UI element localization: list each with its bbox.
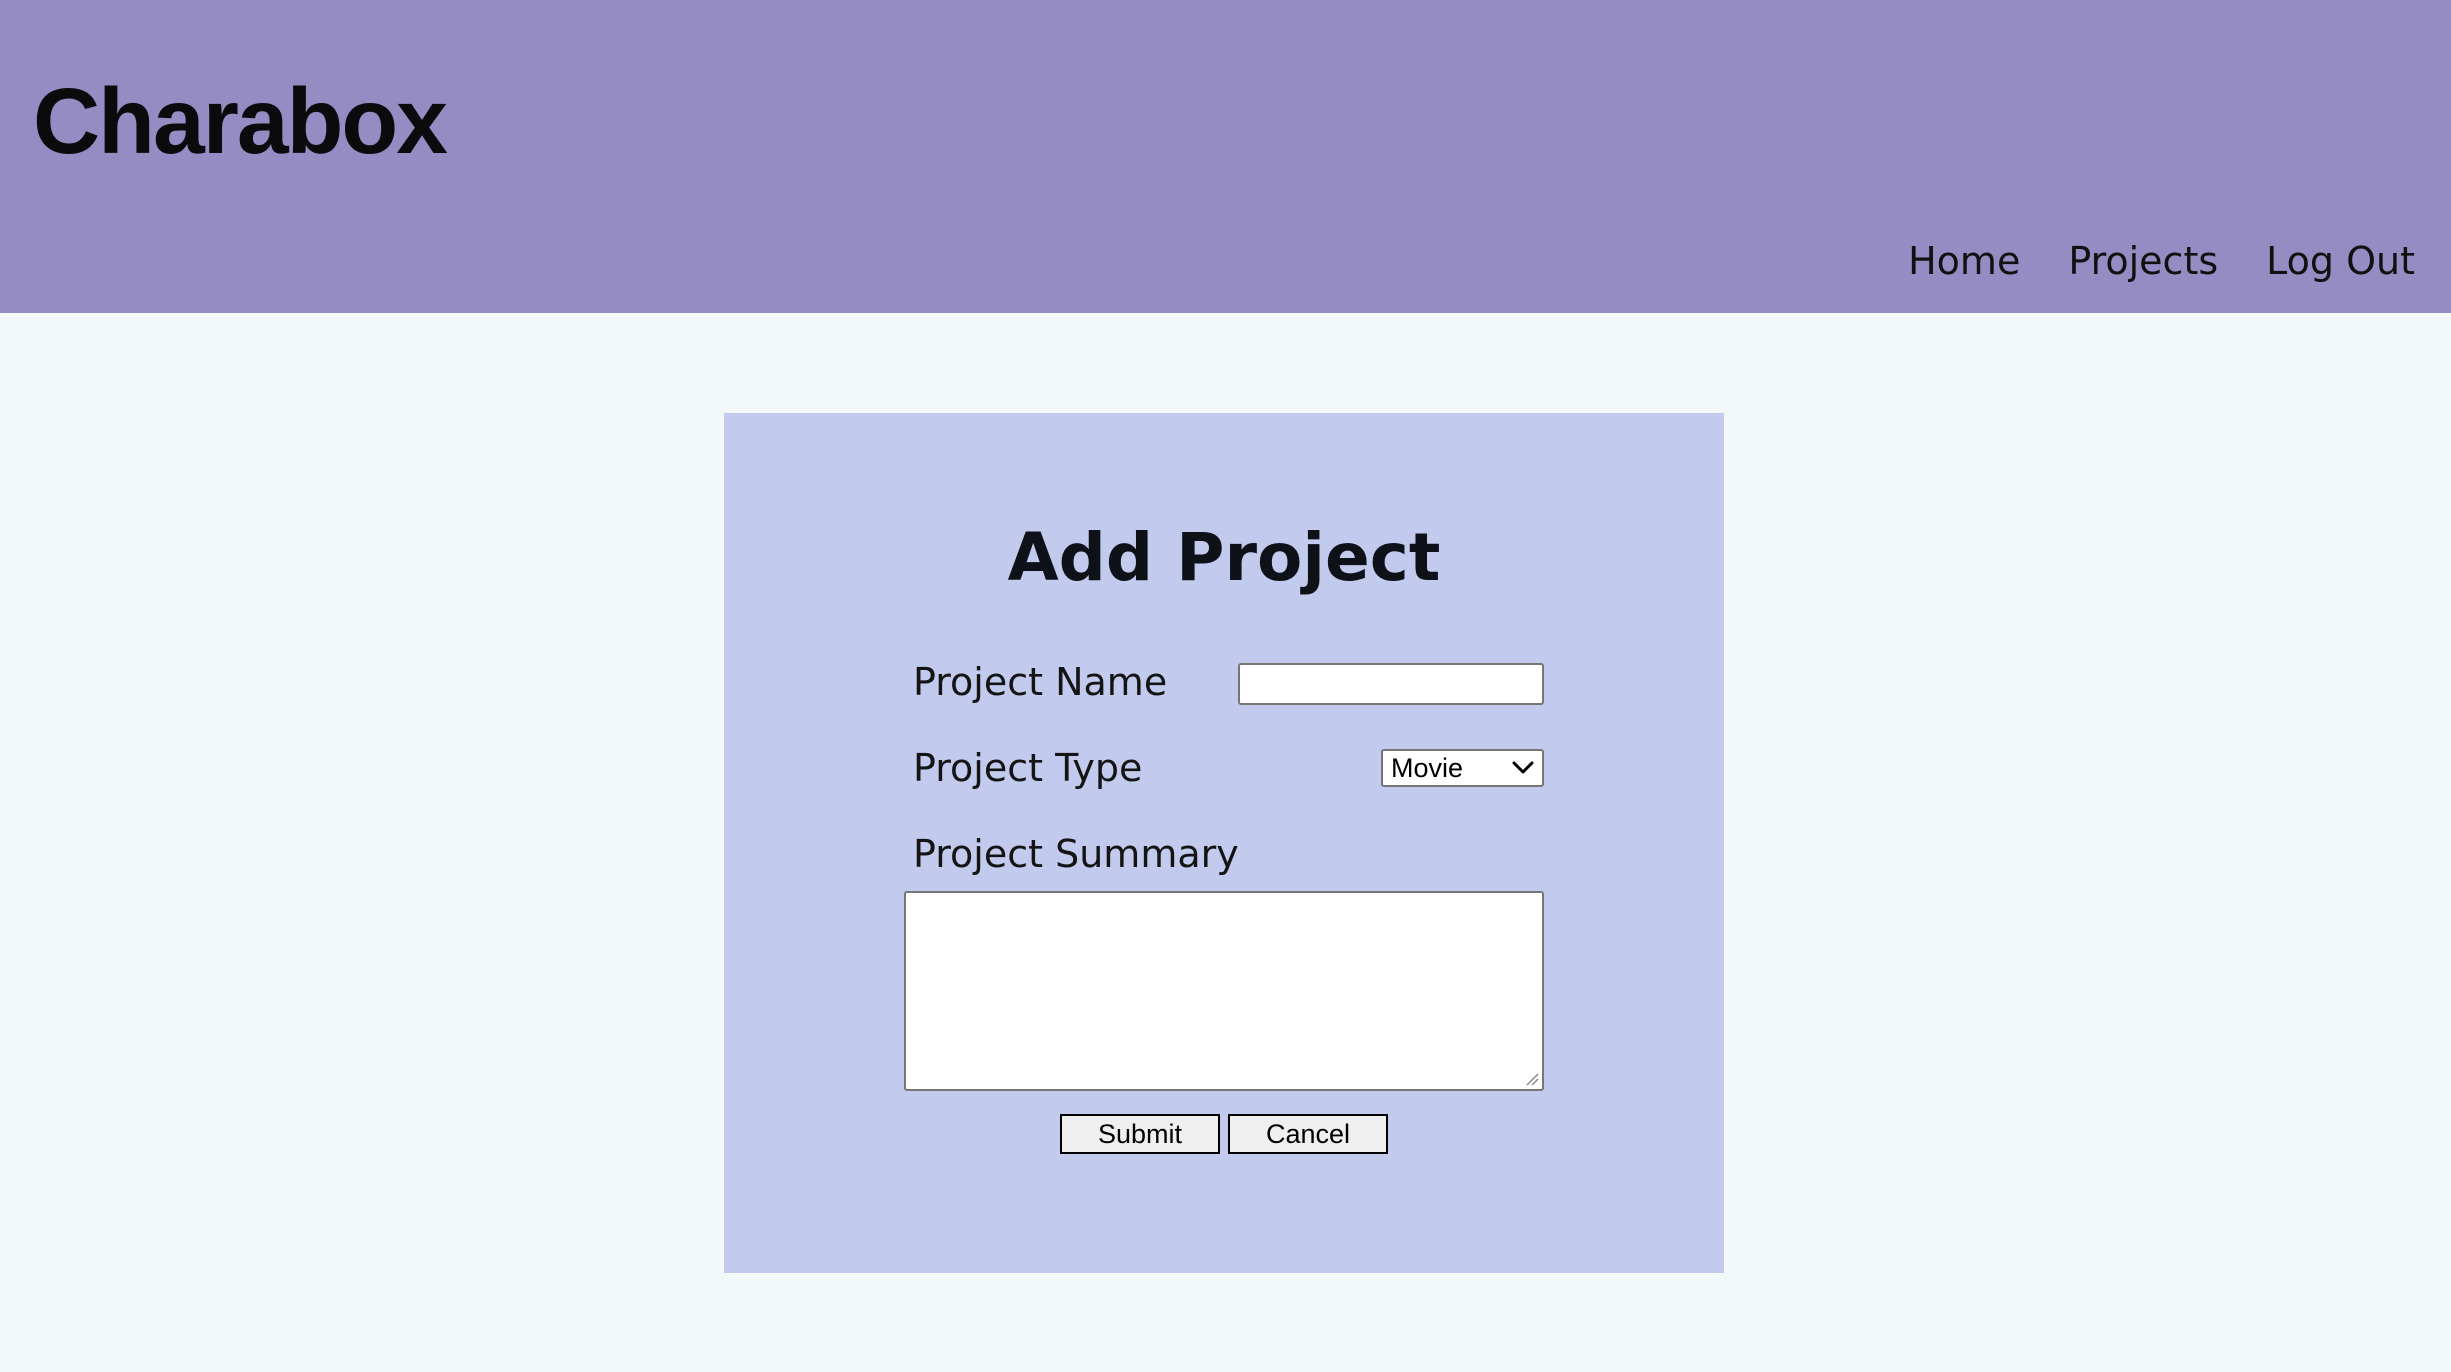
project-name-input[interactable] xyxy=(1238,663,1544,705)
project-summary-textarea[interactable] xyxy=(904,891,1544,1091)
project-summary-label: Project Summary xyxy=(913,832,1239,876)
nav-projects-link[interactable]: Projects xyxy=(2068,231,2218,291)
project-type-label: Project Type xyxy=(913,746,1143,790)
site-logo: Charabox xyxy=(33,69,448,173)
form-title: Add Project xyxy=(1007,519,1441,596)
chevron-down-icon xyxy=(1508,753,1538,783)
resize-grip-icon[interactable] xyxy=(1525,1072,1539,1086)
site-header: Charabox Home Projects Log Out xyxy=(0,0,2451,313)
submit-button[interactable]: Submit xyxy=(1060,1114,1220,1154)
add-project-form: Add Project Project Name Project Type Mo… xyxy=(724,413,1724,1273)
project-name-label: Project Name xyxy=(913,660,1168,704)
main-nav: Home Projects Log Out xyxy=(1908,231,2415,291)
nav-logout-link[interactable]: Log Out xyxy=(2266,231,2415,291)
project-type-selected-value: Movie xyxy=(1391,752,1464,783)
project-type-select[interactable]: Movie xyxy=(1381,749,1544,787)
cancel-button[interactable]: Cancel xyxy=(1228,1114,1388,1154)
nav-home-link[interactable]: Home xyxy=(1908,231,2020,291)
